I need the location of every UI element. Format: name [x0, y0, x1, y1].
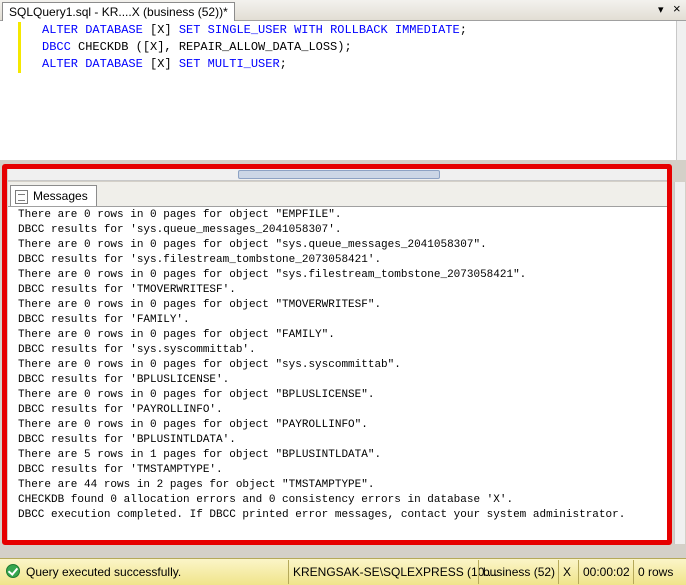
success-check-icon	[6, 564, 20, 578]
editor-gutter	[0, 21, 18, 160]
status-row-count: 0 rows	[633, 560, 686, 584]
modified-line-marker	[18, 22, 21, 39]
status-database: business (52)	[478, 560, 558, 584]
code-line: ALTER DATABASE [X] SET MULTI_USER;	[42, 57, 287, 71]
modified-line-marker	[18, 39, 21, 56]
code-line: DBCC CHECKDB ([X], REPAIR_ALLOW_DATA_LOS…	[42, 40, 352, 54]
tab-sqlquery1[interactable]: SQLQuery1.sql - KR....X (business (52))*	[2, 2, 235, 21]
close-icon[interactable]: ×	[673, 2, 681, 16]
editor-vertical-scrollbar[interactable]	[676, 21, 686, 160]
status-bar: Query executed successfully. KRENGSAK-SE…	[0, 558, 686, 585]
status-elapsed-time: 00:00:02	[578, 560, 633, 584]
code-line: ALTER DATABASE [X] SET SINGLE_USER WITH …	[42, 23, 467, 37]
status-user: X	[558, 560, 578, 584]
status-server: KRENGSAK-SE\SQLEXPRESS (10....	[288, 560, 498, 584]
document-tab-bar: SQLQuery1.sql - KR....X (business (52))*…	[0, 0, 686, 21]
highlight-frame	[2, 164, 672, 545]
tab-title: SQLQuery1.sql - KR....X (business (52))*	[9, 5, 228, 19]
query-editor[interactable]: ALTER DATABASE [X] SET SINGLE_USER WITH …	[0, 21, 676, 160]
modified-line-marker	[18, 56, 21, 73]
results-vertical-scrollbar[interactable]	[674, 182, 685, 544]
tab-dropdown-icon[interactable]: ▾	[658, 3, 664, 17]
status-message: Query executed successfully.	[26, 565, 182, 579]
